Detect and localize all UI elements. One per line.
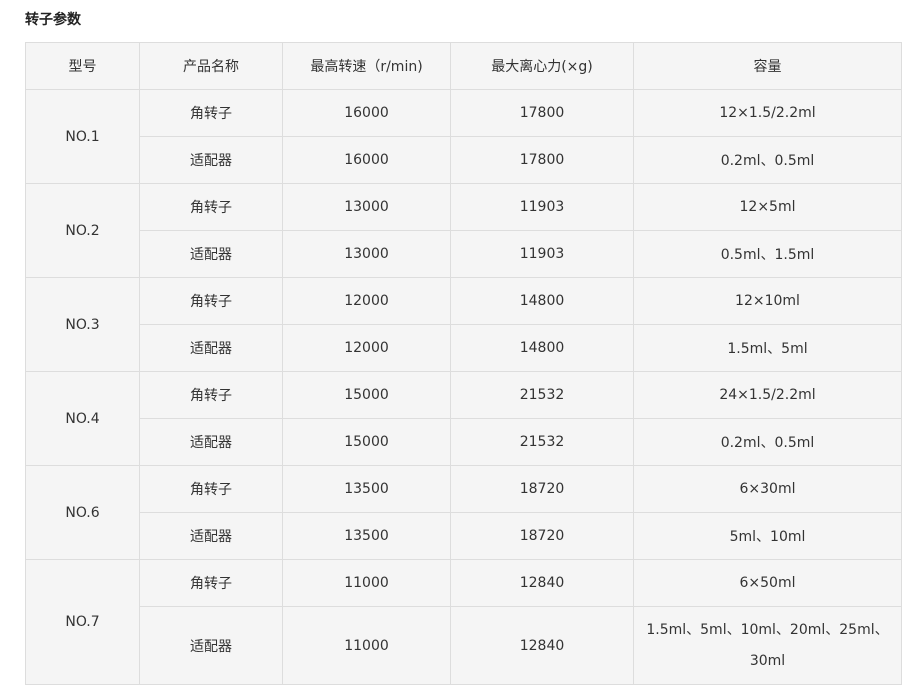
header-capacity: 容量 <box>633 42 902 90</box>
product-name-cell: 适配器 <box>139 324 283 372</box>
capacity-cell: 1.5ml、5ml <box>633 324 902 372</box>
product-name-cell: 适配器 <box>139 136 283 184</box>
product-name-cell: 适配器 <box>139 418 283 466</box>
table-row: 适配器 16000 17800 0.2ml、0.5ml <box>26 136 902 184</box>
speed-cell: 12000 <box>282 324 451 372</box>
table-row: 适配器 13500 18720 5ml、10ml <box>26 512 902 560</box>
header-max-speed: 最高转速（r/min) <box>282 42 451 90</box>
model-cell: NO.2 <box>25 183 140 278</box>
product-name-cell: 适配器 <box>139 606 283 685</box>
product-name-cell: 角转子 <box>139 89 283 137</box>
product-name-cell: 适配器 <box>139 512 283 560</box>
capacity-cell: 5ml、10ml <box>633 512 902 560</box>
speed-cell: 13000 <box>282 230 451 278</box>
page: 转子参数 型号 产品名称 最高转速（r/min) 最大离心力(×g) 容量 NO… <box>0 0 910 696</box>
table-row: 适配器 11000 12840 1.5ml、5ml、10ml、20ml、25ml… <box>26 606 902 685</box>
capacity-cell: 0.2ml、0.5ml <box>633 418 902 466</box>
speed-cell: 13500 <box>282 512 451 560</box>
force-cell: 14800 <box>450 277 634 325</box>
capacity-cell: 1.5ml、5ml、10ml、20ml、25ml、30ml <box>633 606 902 685</box>
speed-cell: 16000 <box>282 136 451 184</box>
force-cell: 18720 <box>450 512 634 560</box>
speed-cell: 15000 <box>282 371 451 419</box>
section-title: 转子参数 <box>25 12 81 28</box>
capacity-cell: 6×30ml <box>633 465 902 513</box>
speed-cell: 15000 <box>282 418 451 466</box>
force-cell: 14800 <box>450 324 634 372</box>
force-cell: 12840 <box>450 559 634 607</box>
capacity-cell: 12×5ml <box>633 183 902 231</box>
rotor-spec-table: 型号 产品名称 最高转速（r/min) 最大离心力(×g) 容量 NO.1 角转… <box>25 42 902 685</box>
force-cell: 21532 <box>450 371 634 419</box>
speed-cell: 13000 <box>282 183 451 231</box>
force-cell: 11903 <box>450 230 634 278</box>
force-cell: 18720 <box>450 465 634 513</box>
table-row: NO.2 角转子 13000 11903 12×5ml <box>25 183 902 278</box>
header-model: 型号 <box>25 42 140 90</box>
force-cell: 17800 <box>450 89 634 137</box>
product-name-cell: 角转子 <box>139 277 283 325</box>
model-cell: NO.1 <box>25 89 140 184</box>
model-cell: NO.4 <box>25 371 140 466</box>
table-row: NO.4 角转子 15000 21532 24×1.5/2.2ml <box>25 371 902 466</box>
table-row: NO.1 角转子 16000 17800 12×1.5/2.2ml <box>25 89 902 184</box>
capacity-cell: 24×1.5/2.2ml <box>633 371 902 419</box>
speed-cell: 11000 <box>282 559 451 607</box>
table-row: NO.3 角转子 12000 14800 12×10ml <box>25 277 902 372</box>
capacity-cell: 0.2ml、0.5ml <box>633 136 902 184</box>
capacity-cell: 6×50ml <box>633 559 902 607</box>
table-row: NO.6 角转子 13500 18720 6×30ml <box>25 465 902 560</box>
product-name-cell: 角转子 <box>139 465 283 513</box>
force-cell: 11903 <box>450 183 634 231</box>
table-row: 适配器 15000 21532 0.2ml、0.5ml <box>26 418 902 466</box>
force-cell: 21532 <box>450 418 634 466</box>
speed-cell: 11000 <box>282 606 451 685</box>
header-max-force: 最大离心力(×g) <box>450 42 634 90</box>
capacity-cell: 0.5ml、1.5ml <box>633 230 902 278</box>
model-cell: NO.7 <box>25 559 140 685</box>
speed-cell: 12000 <box>282 277 451 325</box>
table-header-row: 型号 产品名称 最高转速（r/min) 最大离心力(×g) 容量 <box>25 42 902 90</box>
capacity-cell: 12×1.5/2.2ml <box>633 89 902 137</box>
speed-cell: 13500 <box>282 465 451 513</box>
table-row: 适配器 12000 14800 1.5ml、5ml <box>26 324 902 372</box>
product-name-cell: 适配器 <box>139 230 283 278</box>
header-product-name: 产品名称 <box>139 42 283 90</box>
capacity-cell: 12×10ml <box>633 277 902 325</box>
model-cell: NO.6 <box>25 465 140 560</box>
table-row: NO.7 角转子 11000 12840 6×50ml <box>25 559 902 685</box>
model-cell: NO.3 <box>25 277 140 372</box>
product-name-cell: 角转子 <box>139 183 283 231</box>
table-row: 适配器 13000 11903 0.5ml、1.5ml <box>26 230 902 278</box>
force-cell: 12840 <box>450 606 634 685</box>
speed-cell: 16000 <box>282 89 451 137</box>
product-name-cell: 角转子 <box>139 371 283 419</box>
force-cell: 17800 <box>450 136 634 184</box>
product-name-cell: 角转子 <box>139 559 283 607</box>
